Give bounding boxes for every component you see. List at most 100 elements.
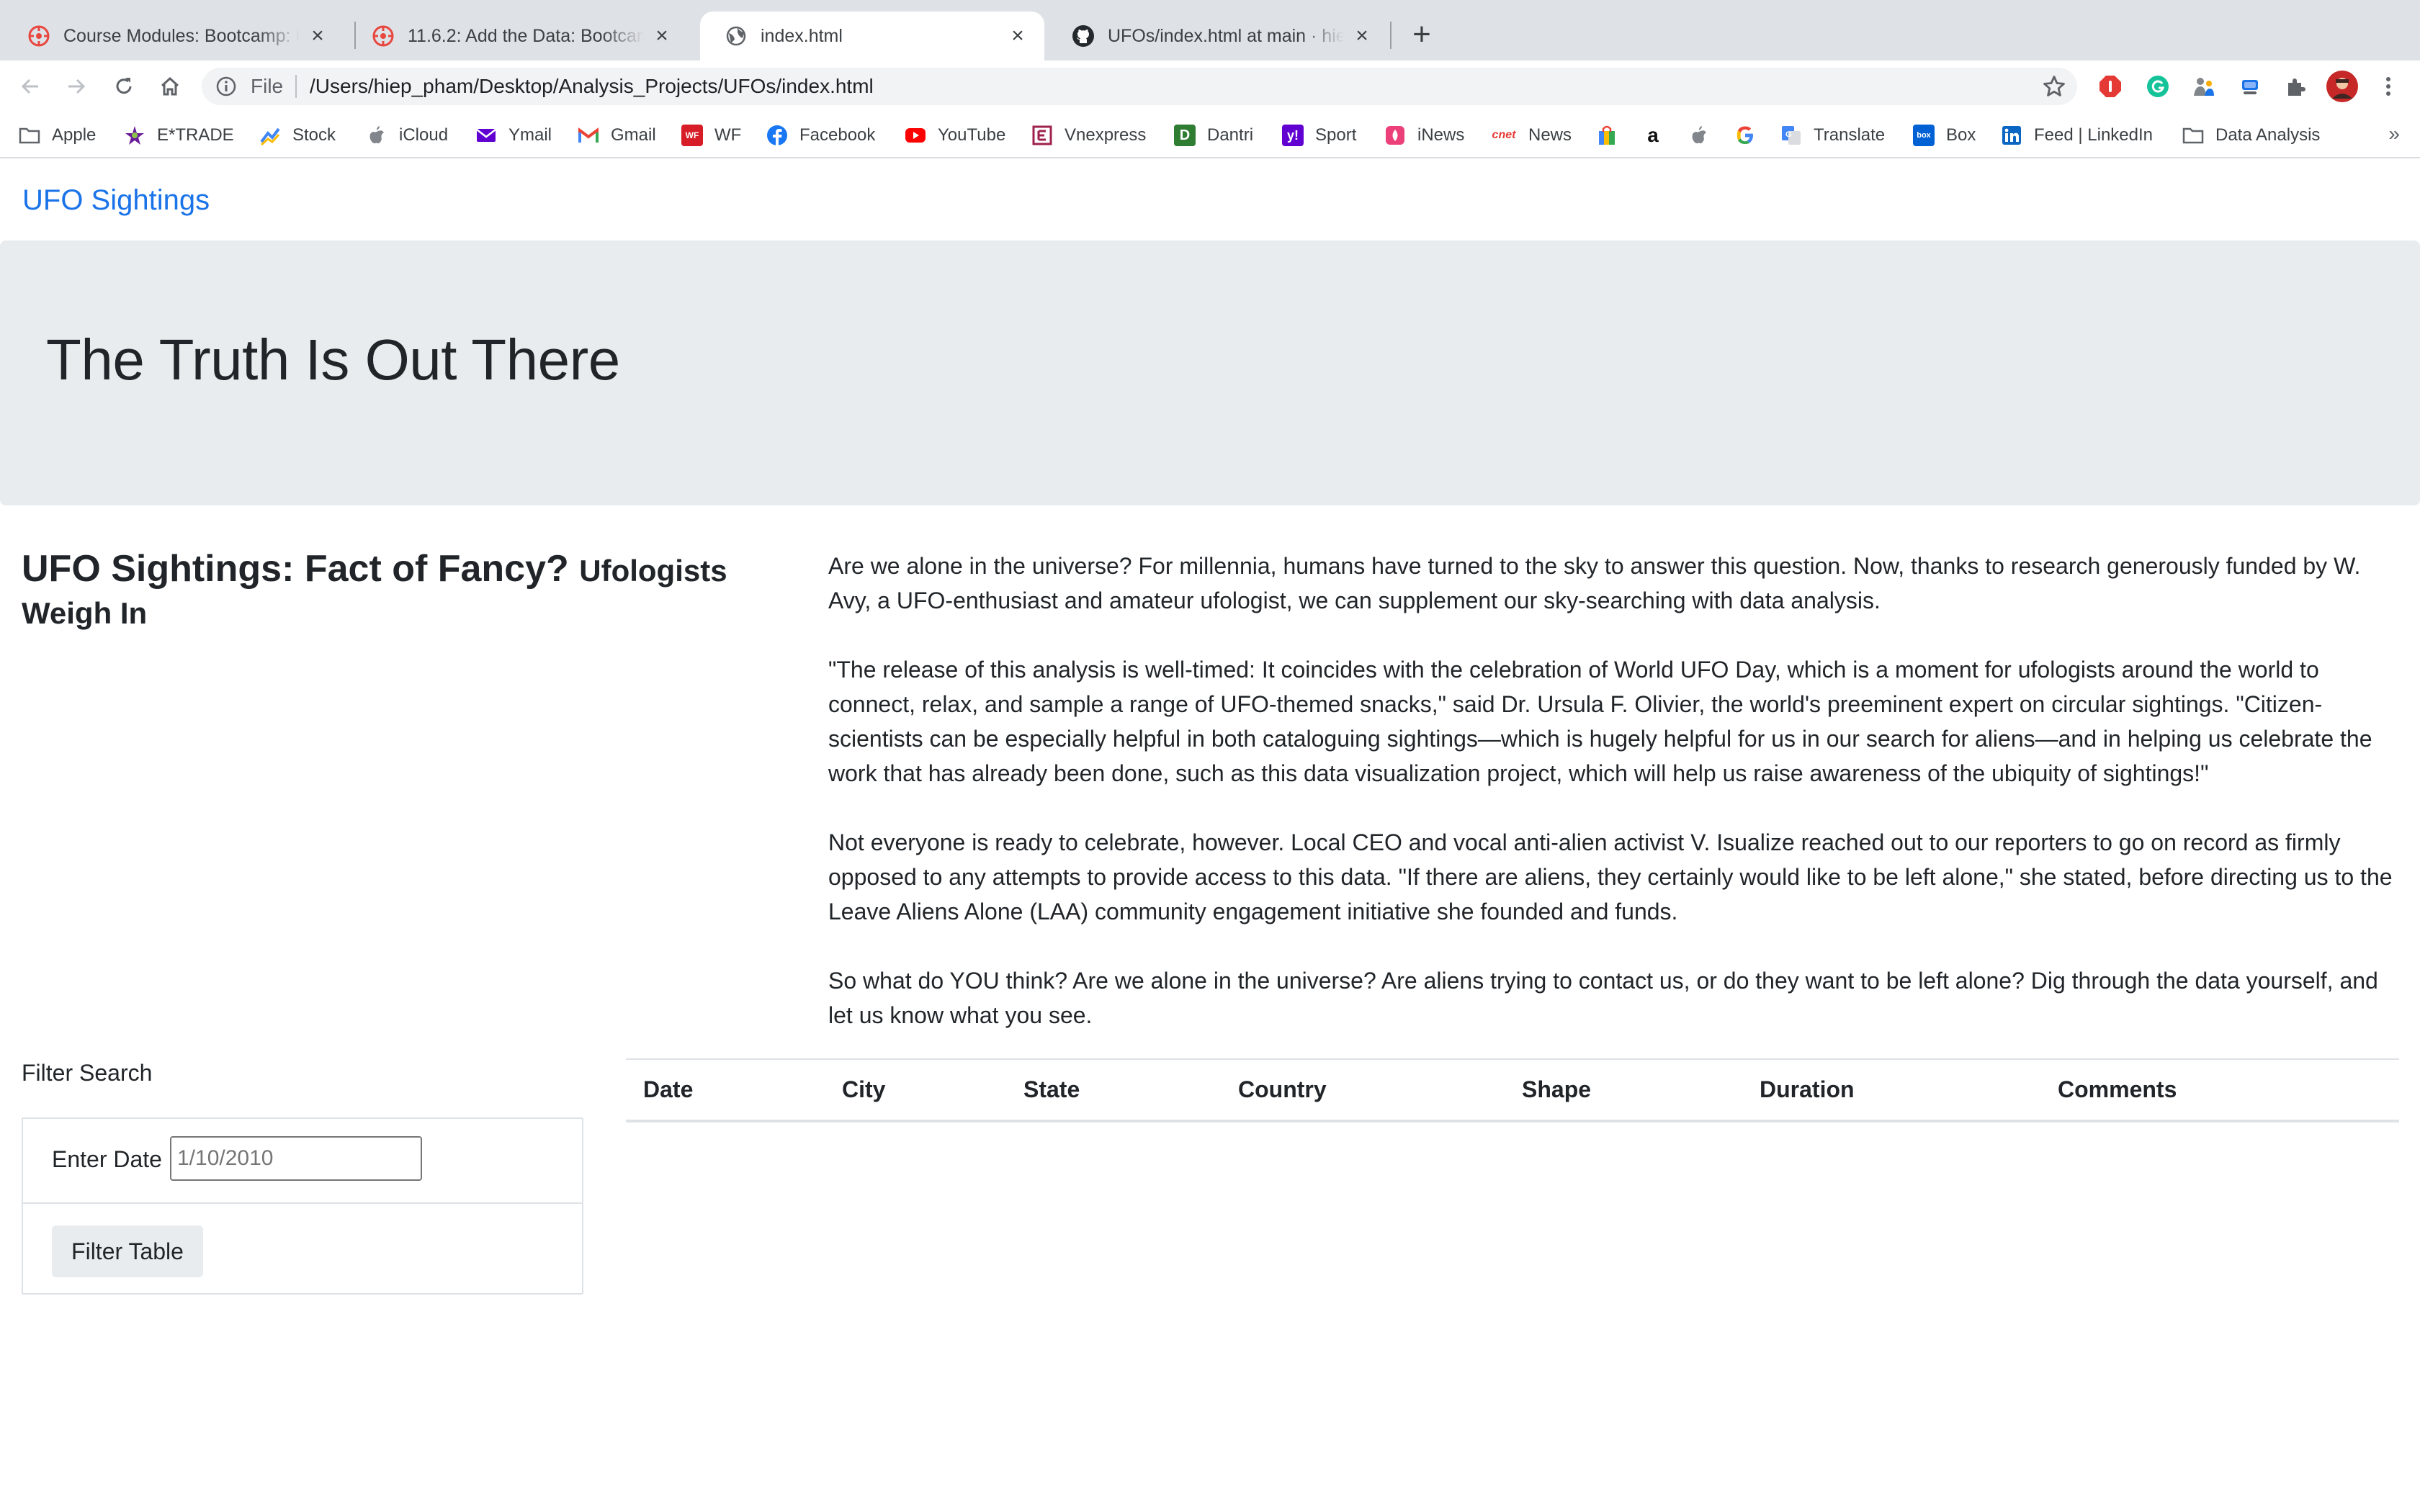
bookmark-linkedin[interactable]: Feed | LinkedIn <box>2001 121 2153 150</box>
dantri-icon: D <box>1174 125 1196 146</box>
bookmark-translate[interactable]: G Translate <box>1780 121 1885 150</box>
close-icon[interactable]: × <box>1007 24 1028 48</box>
tab-separator <box>1390 22 1392 49</box>
bookmarks-overflow-chevron-icon[interactable]: » <box>2388 122 2400 145</box>
bookmark-gmail[interactable]: Gmail <box>578 121 656 150</box>
vnexpress-icon <box>1031 125 1053 146</box>
bookmark-label: YouTube <box>938 125 1006 145</box>
date-input[interactable] <box>170 1136 422 1181</box>
browser-tab-course-modules[interactable]: Course Modules: Bootcamp: UofA × <box>3 12 344 60</box>
browser-tab-github[interactable]: UFOs/index.html at main · hiep × <box>1047 12 1389 60</box>
bookmark-label: Data Analysis <box>2215 125 2321 145</box>
bookmark-label: Dantri <box>1207 125 1254 145</box>
browser-toolbar: File /Users/hiep_pham/Desktop/Analysis_P… <box>0 60 2420 112</box>
back-arrow-icon <box>21 78 38 94</box>
reload-button[interactable] <box>108 71 140 102</box>
bootcamp-icon <box>27 24 50 48</box>
column-header-date: Date <box>626 1058 825 1122</box>
article-title: UFO Sightings: Fact of Fancy? <box>22 548 569 590</box>
bootcamp-icon <box>372 24 395 48</box>
bookmark-ymail[interactable]: Ymail <box>475 121 552 150</box>
bookmark-label: Stock <box>292 125 336 145</box>
grammarly-extension-icon[interactable] <box>2145 73 2171 99</box>
browser-tab-index-html[interactable]: index.html × <box>700 12 1044 60</box>
table-header-row: Date City State Country Shape Duration C… <box>626 1058 2399 1122</box>
bookmark-label: Feed | LinkedIn <box>2034 125 2154 145</box>
bookmark-google[interactable] <box>1734 121 1756 150</box>
bookmark-icloud[interactable]: iCloud <box>366 121 448 150</box>
bookmark-label: iNews <box>1417 125 1465 145</box>
article-paragraph: So what do YOU think? Are we alone in th… <box>828 968 2378 1028</box>
gmail-icon <box>578 125 599 146</box>
bookmark-sport[interactable]: y! Sport <box>1282 121 1356 150</box>
bookmark-vnexpress[interactable]: Vnexpress <box>1031 121 1146 150</box>
bookmark-label: Vnexpress <box>1065 125 1147 145</box>
tab-title: UFOs/index.html at main · hiep <box>1108 25 1344 46</box>
back-button[interactable] <box>14 71 46 102</box>
kebab-menu-icon[interactable] <box>2375 73 2401 99</box>
adblock-extension-icon[interactable] <box>2097 73 2123 99</box>
folder-icon <box>2182 125 2204 146</box>
bookmark-inews[interactable]: iNews <box>1384 121 1464 150</box>
page-content: UFO Sightings The Truth Is Out There UFO… <box>0 160 2420 1512</box>
bookmark-news[interactable]: cnet News <box>1491 121 1572 150</box>
close-icon[interactable]: × <box>1351 24 1373 48</box>
bookmark-shopping[interactable] <box>1596 121 1618 150</box>
article-paragraph: Not everyone is ready to celebrate, howe… <box>828 829 2393 924</box>
home-button[interactable] <box>154 71 186 102</box>
bookmark-wf[interactable]: WF WF <box>681 121 741 150</box>
bookmark-dantri[interactable]: D Dantri <box>1174 121 1253 150</box>
screen-extension-icon[interactable] <box>2237 73 2263 99</box>
bookmark-amazon[interactable]: a <box>1642 121 1664 150</box>
close-icon[interactable]: × <box>307 24 328 48</box>
bookmark-label: Apple <box>52 125 97 145</box>
ymail-icon <box>475 125 497 146</box>
bookmark-label: WF <box>714 125 742 145</box>
people-extension-icon[interactable] <box>2191 73 2217 99</box>
bookmark-apple[interactable] <box>1688 121 1710 150</box>
bookmark-stock[interactable]: Stock <box>259 121 336 150</box>
filter-date-row: Enter Date <box>23 1119 582 1204</box>
url-text[interactable]: /Users/hiep_pham/Desktop/Analysis_Projec… <box>310 75 874 98</box>
browser-tab-add-the-data[interactable]: 11.6.2: Add the Data: Bootcamp × <box>347 12 689 60</box>
article-body: Are we alone in the universe? For millen… <box>828 549 2403 1067</box>
bookmark-star-icon[interactable] <box>2041 73 2067 99</box>
youtube-icon <box>905 125 926 146</box>
filter-card: Enter Date Filter Table <box>22 1117 583 1295</box>
forward-button[interactable] <box>60 71 92 102</box>
jumbotron-title: The Truth Is Out There <box>46 328 620 392</box>
etrade-icon <box>124 125 145 146</box>
address-bar[interactable]: File /Users/hiep_pham/Desktop/Analysis_P… <box>202 68 2077 105</box>
article-heading: UFO Sightings: Fact of Fancy? Ufologists… <box>22 549 742 634</box>
info-icon[interactable] <box>215 75 238 98</box>
scheme-label: File <box>251 75 284 97</box>
google-icon <box>1734 125 1756 146</box>
bookmark-youtube[interactable]: YouTube <box>905 121 1005 150</box>
folder-icon <box>19 125 40 146</box>
bookmark-label: Box <box>1946 125 1976 145</box>
box-icon: box <box>1913 125 1935 146</box>
column-header-state: State <box>1006 1058 1221 1122</box>
home-icon <box>161 76 179 96</box>
globe-icon <box>725 24 748 48</box>
close-icon[interactable]: × <box>651 24 673 48</box>
navbar-brand-link[interactable]: UFO Sightings <box>22 184 210 217</box>
bookmark-apple-folder[interactable]: Apple <box>19 121 96 150</box>
bookmark-box[interactable]: box Box <box>1913 121 1976 150</box>
bookmark-label: Facebook <box>799 125 876 145</box>
new-tab-button[interactable]: + <box>1406 17 1438 52</box>
bookmark-data-analysis-folder[interactable]: Data Analysis <box>2182 121 2320 150</box>
filter-table-button[interactable]: Filter Table <box>52 1225 203 1277</box>
stock-icon <box>259 125 281 146</box>
bookmark-facebook[interactable]: Facebook <box>766 121 875 150</box>
tab-strip: Course Modules: Bootcamp: UofA × 11.6.2:… <box>0 0 2420 60</box>
avatar[interactable] <box>2325 69 2360 104</box>
tab-title: Course Modules: Bootcamp: UofA <box>63 25 300 46</box>
column-header-shape: Shape <box>1505 1058 1742 1122</box>
article-paragraph: "The release of this analysis is well-ti… <box>828 657 2372 786</box>
shopping-bag-icon <box>1596 125 1618 146</box>
bookmark-etrade[interactable]: E*TRADE <box>124 121 234 150</box>
ufo-table: Date City State Country Shape Duration C… <box>626 1058 2399 1122</box>
linkedin-icon <box>2001 125 2022 146</box>
extensions-puzzle-icon[interactable] <box>2283 73 2309 99</box>
